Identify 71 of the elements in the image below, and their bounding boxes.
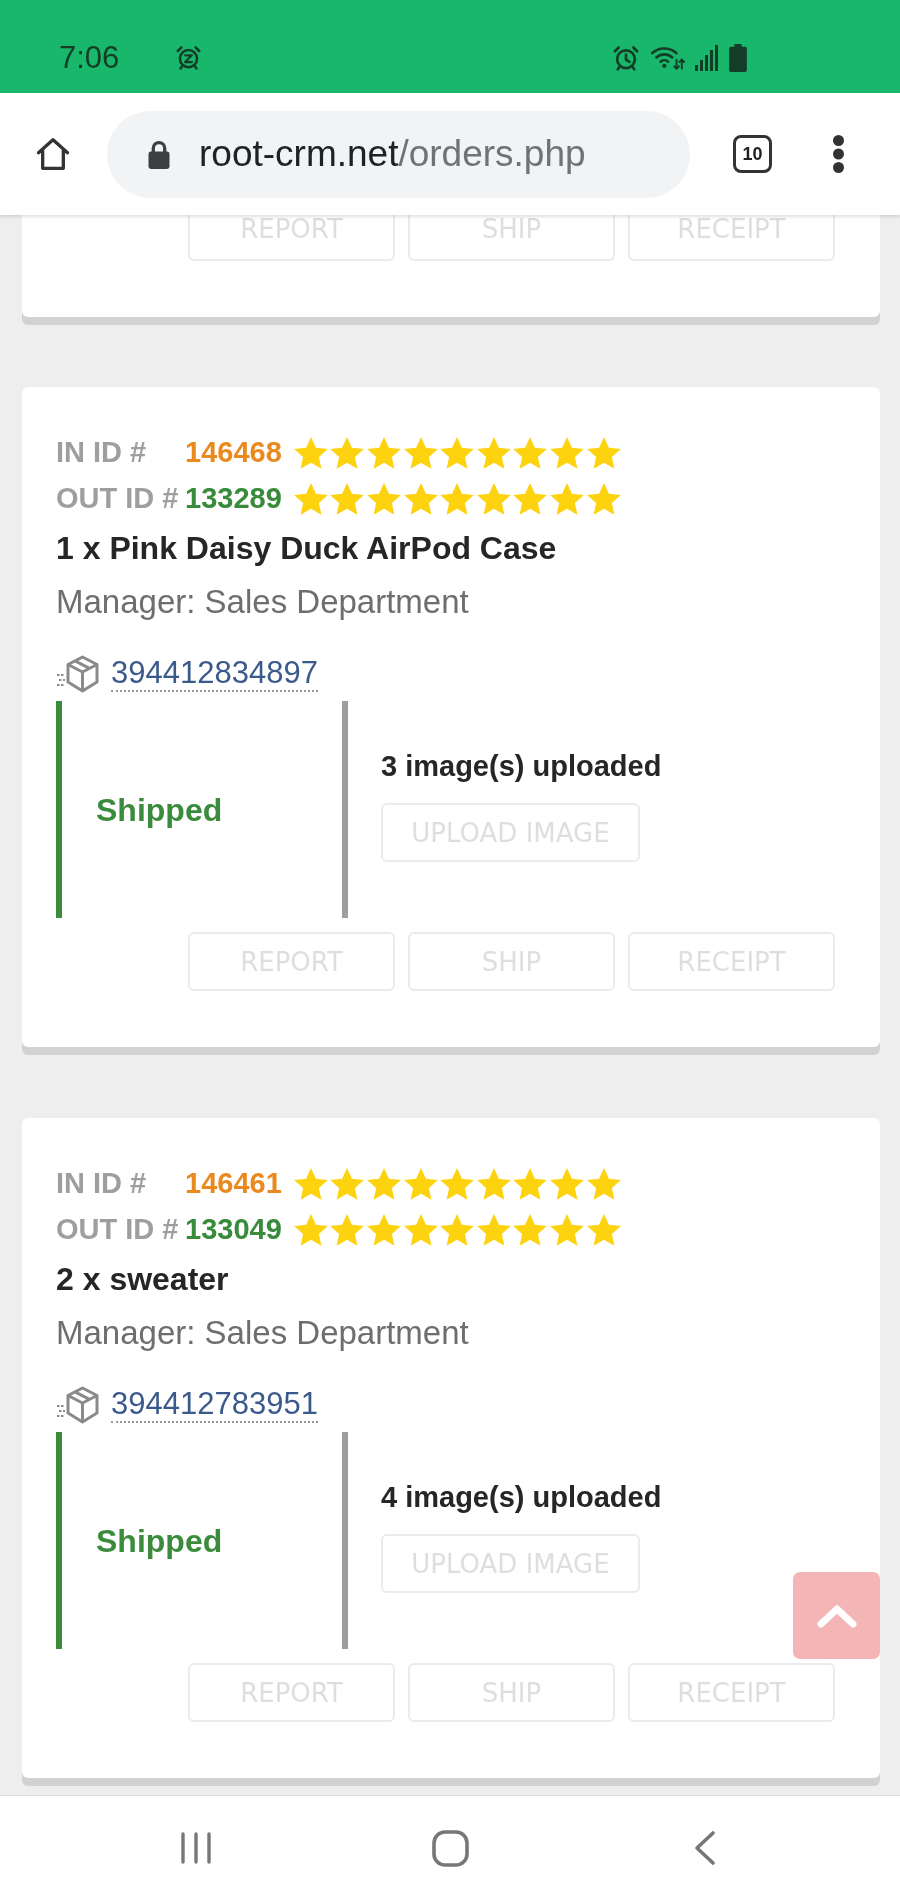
star-icon — [330, 1214, 365, 1246]
star-icon — [513, 1214, 548, 1246]
back-icon[interactable] — [692, 1830, 716, 1866]
star-icon — [366, 1168, 401, 1200]
star-icon — [403, 1168, 438, 1200]
star-icon — [403, 437, 438, 469]
star-icon — [440, 483, 475, 515]
star-icon — [549, 437, 584, 469]
lock-icon — [147, 139, 171, 169]
star-icon — [476, 437, 511, 469]
wifi-icon — [650, 44, 685, 71]
star-icon — [440, 437, 475, 469]
star-icon — [586, 437, 621, 469]
star-icon — [513, 483, 548, 515]
star-icon — [440, 1168, 475, 1200]
tab-switcher-button[interactable]: 10 — [733, 135, 772, 173]
star-icon — [476, 1214, 511, 1246]
snooze-alarm-icon — [175, 44, 203, 71]
address-bar[interactable]: root-crm.net/orders.php — [107, 110, 690, 198]
star-icon — [330, 483, 365, 515]
manager-text: Manager: Sales Department — [56, 1313, 470, 1353]
tracking-number-link[interactable]: 394412834897 — [111, 654, 318, 693]
star-icon — [330, 1168, 365, 1200]
in-id-label: IN ID # — [56, 435, 148, 471]
manager-text: Manager: Sales Department — [56, 582, 470, 622]
battery-icon — [729, 43, 747, 72]
image-count-text: 3 image(s) uploaded — [381, 749, 663, 784]
order-item-title: 1 x Pink Daisy Duck AirPod Case — [56, 529, 558, 568]
url-text: root-crm.net/orders.php — [199, 131, 586, 176]
star-icon — [586, 1214, 621, 1246]
nav-home-icon[interactable] — [431, 1829, 469, 1867]
alarm-clock-icon — [612, 43, 640, 72]
package-icon — [56, 1384, 100, 1425]
star-icon — [513, 1168, 548, 1200]
star-icon — [293, 437, 328, 469]
star-icon — [293, 1168, 328, 1200]
in-id-number: 146461 — [185, 1166, 282, 1202]
out-id-label: OUT ID # — [56, 481, 180, 517]
out-id-number: 133049 — [185, 1212, 282, 1248]
tracking-number-link[interactable]: 394412783951 — [111, 1385, 318, 1424]
signal-icon — [695, 44, 719, 71]
star-icon — [476, 483, 511, 515]
star-icon — [330, 437, 365, 469]
recent-apps-icon[interactable] — [180, 1832, 212, 1864]
star-icon — [403, 1214, 438, 1246]
order-item-title: 2 x sweater — [56, 1260, 230, 1299]
package-icon — [56, 653, 100, 694]
chevron-up-icon — [816, 1603, 857, 1628]
status-text: Shipped — [96, 1521, 223, 1561]
status-text: Shipped — [96, 790, 223, 830]
star-icon — [366, 437, 401, 469]
star-icon — [586, 1168, 621, 1200]
out-id-number: 133289 — [185, 481, 282, 517]
star-icon — [476, 1168, 511, 1200]
menu-icon[interactable] — [832, 134, 845, 174]
star-icon — [440, 1214, 475, 1246]
star-icon — [366, 1214, 401, 1246]
in-id-label: IN ID # — [56, 1166, 148, 1202]
clock-time: 7:06 — [59, 42, 120, 73]
star-icon — [293, 1214, 328, 1246]
star-icon — [549, 1214, 584, 1246]
star-icon — [549, 1168, 584, 1200]
out-id-label: OUT ID # — [56, 1212, 180, 1248]
star-icon — [366, 483, 401, 515]
star-icon — [293, 483, 328, 515]
star-icon — [549, 483, 584, 515]
in-id-number: 146468 — [185, 435, 282, 471]
image-count-text: 4 image(s) uploaded — [381, 1480, 663, 1515]
star-icon — [513, 437, 548, 469]
star-icon — [403, 483, 438, 515]
star-icon — [586, 483, 621, 515]
